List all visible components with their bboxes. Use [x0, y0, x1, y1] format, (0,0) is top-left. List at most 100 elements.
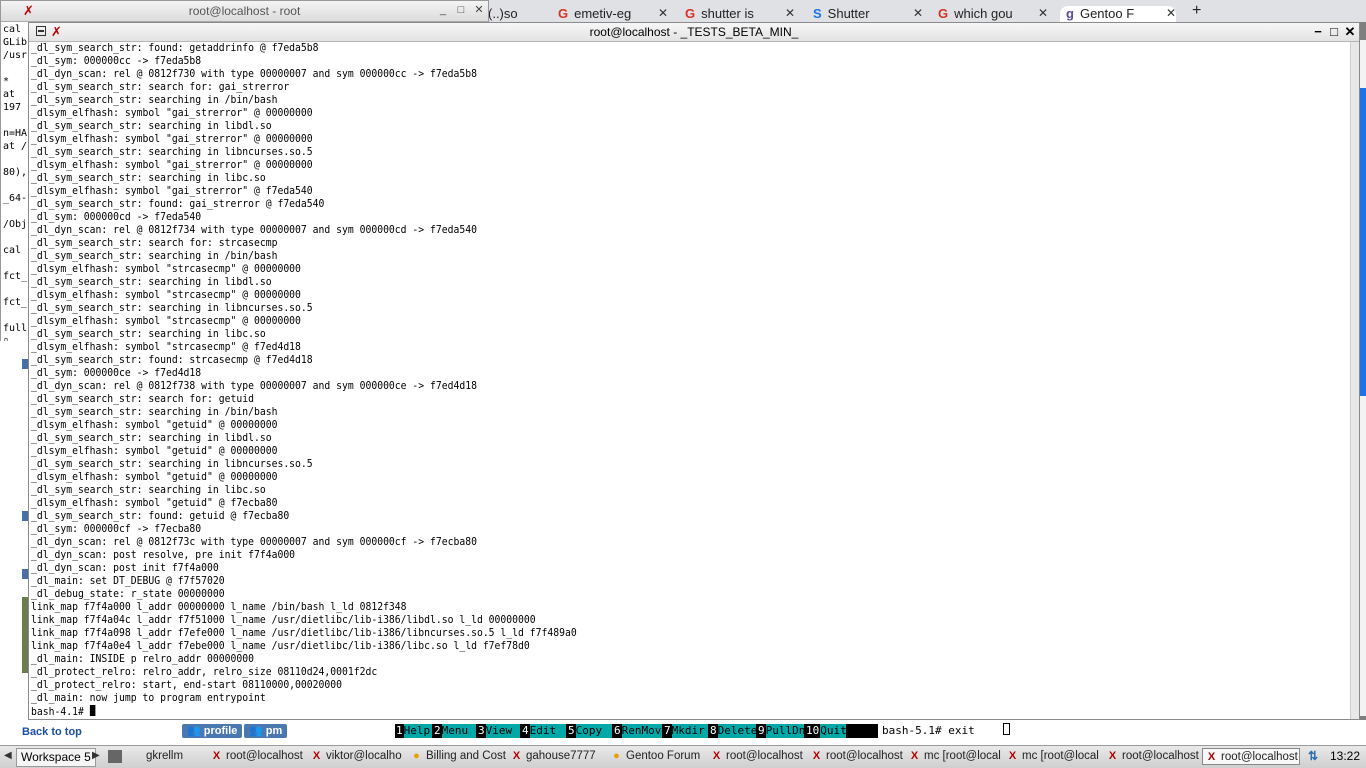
background-terminal-line	[3, 179, 27, 192]
pm-button[interactable]: 👥 pm	[244, 724, 288, 738]
network-icon[interactable]: ⇅	[1308, 748, 1318, 765]
taskbar-task[interactable]: gkrellm	[128, 748, 208, 765]
close-icon[interactable]: ✕	[785, 6, 795, 20]
maximize-icon[interactable]: □	[454, 4, 468, 17]
back-to-top-link[interactable]: Back to top	[22, 726, 82, 738]
profile-button[interactable]: 👥 profile	[182, 724, 243, 738]
close-icon[interactable]: ✕	[913, 6, 923, 20]
taskbar-task-label: mc [root@local	[924, 750, 1001, 762]
terminal-line: link_map f7f4a098 l_addr f7efe000 l_name…	[31, 627, 577, 639]
terminal-prompt-line[interactable]: bash-4.1#	[31, 705, 1244, 718]
terminal-line: _dl_dyn_scan: rel @ 0812f738 with type 0…	[31, 380, 477, 392]
browser-tab-active[interactable]: g Gentoo F ✕	[1060, 6, 1176, 22]
terminal-line: _dl_main: set DT_DEBUG @ f7f57020	[31, 575, 225, 587]
mc-fkey-label: PullDn	[765, 724, 806, 738]
background-terminal-line	[3, 205, 27, 218]
terminal-output[interactable]: _dl_sym_search_str: found: getaddrinfo @…	[31, 42, 1349, 719]
taskbar-task-label: gahouse7777	[526, 750, 596, 762]
mc-fkey-mkdir[interactable]: 7Mkdir	[663, 724, 709, 738]
taskbar-task[interactable]: Xmc [root@local	[1004, 748, 1104, 765]
workspace-prev-icon[interactable]: ◀	[4, 750, 12, 761]
mc-fkey-number: 7	[663, 724, 672, 737]
browser-tab[interactable]: S Shutter ✕	[813, 6, 923, 22]
taskbar-task[interactable]: Xviktor@localho	[308, 748, 408, 765]
taskbar-task[interactable]: Xroot@localhost	[1202, 748, 1300, 765]
mc-fkey-help[interactable]: 1Help	[395, 724, 433, 738]
mc-command-line[interactable]: bash-5.1# exit	[878, 723, 1362, 739]
close-icon[interactable]: ✕	[1038, 6, 1048, 20]
mc-fkey-menu[interactable]: 2Menu	[433, 724, 477, 738]
terminal-titlebar[interactable]: ✗ root@localhost - _TESTS_BETA_MIN_ − □ …	[29, 23, 1359, 42]
mc-fkey-renmov[interactable]: 6RenMov	[613, 724, 663, 738]
background-terminal-line: GLib	[3, 37, 27, 48]
xterm-icon: X	[712, 750, 721, 762]
close-icon[interactable]: ✕	[472, 4, 486, 17]
mc-fkey-view[interactable]: 3View	[477, 724, 521, 738]
new-tab-button[interactable]: +	[1192, 2, 1206, 18]
taskbar-task[interactable]: ● Gentoo Forum	[608, 748, 708, 765]
terminal-line: _dlsym_elfhash: symbol "strcasecmp" @ 00…	[31, 289, 301, 301]
browser-tab[interactable]: Gshutter is ✕	[685, 6, 795, 22]
terminal-prompt: bash-4.1#	[31, 706, 90, 718]
taskbar-task[interactable]: Xgahouse7777	[508, 748, 608, 765]
mc-fkey-number: 5	[567, 724, 576, 737]
xterm-icon: X	[312, 750, 321, 762]
terminal-line: link_map f7f4a000 l_addr 00000000 l_name…	[31, 601, 407, 613]
taskbar-task[interactable]: Xroot@localhost	[708, 748, 808, 765]
background-terminal-line	[3, 309, 27, 322]
terminal-line: _dl_dyn_scan: rel @ 0812f73c with type 0…	[31, 536, 477, 548]
terminal-line: _dl_sym: 000000cd -> f7eda540	[31, 211, 202, 223]
terminal-scrollbar[interactable]	[1350, 42, 1359, 719]
background-terminal-line	[3, 231, 27, 244]
background-terminal-line	[3, 62, 27, 75]
gkrellm-icon[interactable]	[108, 750, 122, 763]
background-terminal-titlebar[interactable]: ✗ root@localhost - root _ □ ✕	[1, 1, 488, 22]
chrome-icon: ●	[413, 750, 420, 762]
background-terminal-line: n=HA	[3, 128, 27, 139]
close-icon[interactable]: ✕	[658, 6, 668, 20]
mc-fkey-copy[interactable]: 5Copy	[567, 724, 613, 738]
clock: 13:22	[1330, 749, 1361, 763]
mc-fkey-label: Mkdir	[671, 724, 708, 738]
terminal-line: _dl_dyn_scan: post resolve, pre init f7f…	[31, 549, 296, 561]
terminal-window[interactable]: ✗ root@localhost - _TESTS_BETA_MIN_ − □ …	[28, 22, 1360, 720]
terminal-line: _dlsym_elfhash: symbol "getuid" @ 000000…	[31, 471, 278, 483]
terminal-line: _dl_sym_search_str: searching in /bin/ba…	[31, 406, 278, 418]
terminal-line: _dl_protect_relro: relro_addr, relro_siz…	[31, 666, 378, 678]
workspace-switcher[interactable]: Workspace 5	[16, 748, 96, 767]
taskbar-task-label: viktor@localho	[326, 750, 402, 762]
mc-fkey-number: 10	[805, 724, 821, 737]
mc-fkey-label: Menu	[441, 724, 476, 738]
mc-fkey-number: 2	[433, 724, 442, 737]
mc-fkey-number: 6	[613, 724, 622, 737]
mc-fkey-number: 8	[709, 724, 718, 737]
mc-fkey-pulldn[interactable]: 9PullDn	[757, 724, 805, 738]
browser-tab[interactable]: (..)so	[488, 6, 548, 22]
terminal-line: _dlsym_elfhash: symbol "getuid" @ 000000…	[31, 445, 278, 457]
terminal-line: _dlsym_elfhash: symbol "gai_strerror" @ …	[31, 185, 313, 197]
minimize-icon[interactable]: _	[436, 4, 450, 17]
terminal-line: _dl_sym_search_str: searching in /bin/ba…	[31, 94, 278, 106]
terminal-line: _dl_sym_search_str: searching in libdl.s…	[31, 432, 272, 444]
taskbar-task[interactable]: Xroot@localhost	[1104, 748, 1202, 765]
maximize-icon[interactable]: □	[1327, 24, 1341, 40]
terminal-line: _dl_sym_search_str: found: gai_strerror …	[31, 198, 325, 210]
browser-tab[interactable]: Gemetiv-eg ✕	[558, 6, 668, 22]
terminal-line: _dl_sym_search_str: searching in libc.so	[31, 172, 266, 184]
taskbar-task[interactable]: Xroot@localhost	[208, 748, 308, 765]
mc-fkey-delete[interactable]: 8Delete	[709, 724, 757, 738]
mc-fkey-number: 9	[757, 724, 766, 737]
terminal-line: _dl_sym_search_str: searching in libdl.s…	[31, 276, 272, 288]
taskbar-task[interactable]: Xmc [root@local	[906, 748, 1004, 765]
mc-fkey-quit[interactable]: 10Quit	[805, 724, 847, 738]
taskbar-task[interactable]: ● Billing and Cost	[408, 748, 510, 765]
mc-fkey-edit[interactable]: 4Edit	[521, 724, 567, 738]
workspace-next-icon[interactable]: ▶	[92, 750, 100, 761]
terminal-line: _dlsym_elfhash: symbol "gai_strerror" @ …	[31, 107, 313, 119]
browser-tab[interactable]: Gwhich gou ✕	[938, 6, 1048, 22]
minimize-icon[interactable]: −	[1311, 24, 1325, 40]
taskbar-task[interactable]: Xroot@localhost	[808, 748, 908, 765]
background-terminal-line	[3, 257, 27, 270]
close-icon[interactable]: ✕	[1166, 6, 1176, 20]
close-icon[interactable]: ✕	[1343, 24, 1357, 40]
